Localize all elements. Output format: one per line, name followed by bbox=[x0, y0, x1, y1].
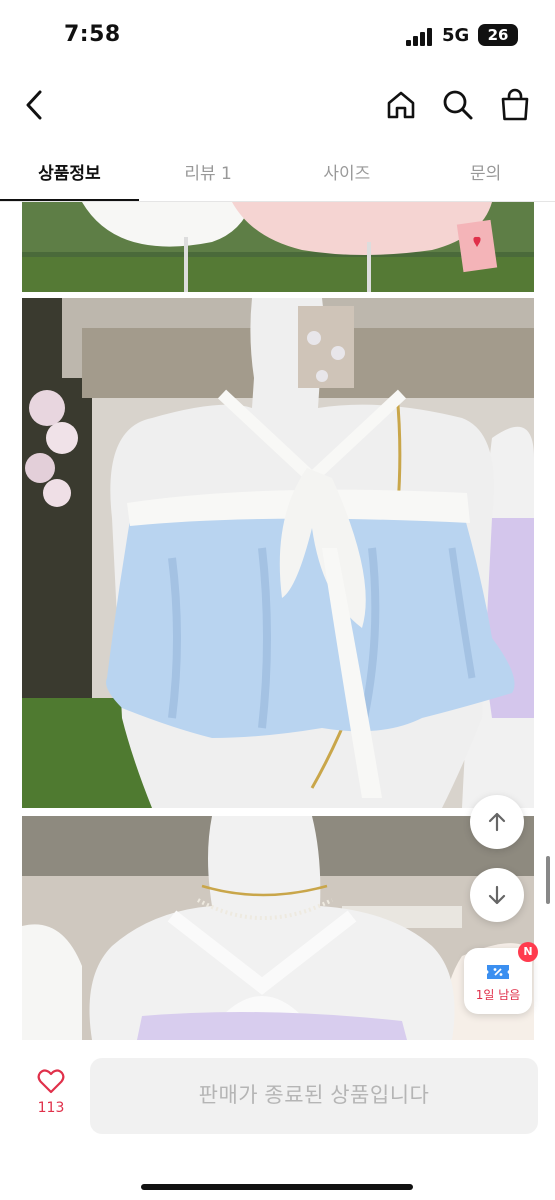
home-indicator bbox=[141, 1184, 413, 1190]
home-icon bbox=[387, 91, 415, 119]
scroll-down-button[interactable] bbox=[470, 868, 524, 922]
like-count: 113 bbox=[37, 1100, 65, 1116]
coupon-remaining-label: 1일 남음 bbox=[475, 988, 521, 1002]
home-button[interactable] bbox=[378, 82, 424, 128]
shopping-bag-icon bbox=[501, 88, 529, 121]
blue-halter-top-photo bbox=[22, 298, 534, 808]
tab-reviews[interactable]: 리뷰 1 bbox=[139, 140, 278, 202]
chevron-left-icon bbox=[26, 90, 42, 120]
coupon-icon bbox=[487, 965, 509, 979]
scrollbar[interactable] bbox=[546, 856, 550, 904]
like-button[interactable]: 113 bbox=[22, 1068, 80, 1132]
scroll-up-button[interactable] bbox=[470, 795, 524, 849]
lavender-halter-top-photo bbox=[22, 816, 534, 1040]
status-time: 7:58 bbox=[64, 22, 121, 47]
header bbox=[0, 70, 555, 140]
new-badge: N bbox=[518, 942, 538, 962]
white-pink-blouses-photo bbox=[22, 202, 534, 292]
arrow-down-icon bbox=[488, 885, 506, 905]
coupon-button[interactable]: N 1일 남음 bbox=[464, 942, 538, 1014]
tab-product-info[interactable]: 상품정보 bbox=[0, 140, 139, 202]
network-type: 5G bbox=[442, 25, 470, 46]
detail-tabs: 상품정보 리뷰 1 사이즈 문의 bbox=[0, 140, 555, 202]
sold-out-button[interactable]: 판매가 종료된 상품입니다 bbox=[90, 1058, 538, 1134]
tab-size[interactable]: 사이즈 bbox=[278, 140, 417, 202]
back-button[interactable] bbox=[12, 82, 58, 128]
product-detail-images[interactable] bbox=[0, 202, 555, 1040]
bottom-action-bar: 113 판매가 종료된 상품입니다 bbox=[0, 1040, 555, 1200]
heart-icon bbox=[37, 1069, 65, 1094]
search-button[interactable] bbox=[435, 82, 481, 128]
tab-inquiry[interactable]: 문의 bbox=[416, 140, 555, 202]
cart-button[interactable] bbox=[492, 82, 538, 128]
battery-icon: 26 bbox=[478, 24, 518, 46]
signal-icon bbox=[406, 28, 434, 46]
search-icon bbox=[443, 90, 473, 120]
status-bar: 7:58 5G 26 bbox=[0, 0, 555, 70]
arrow-up-icon bbox=[488, 812, 506, 832]
